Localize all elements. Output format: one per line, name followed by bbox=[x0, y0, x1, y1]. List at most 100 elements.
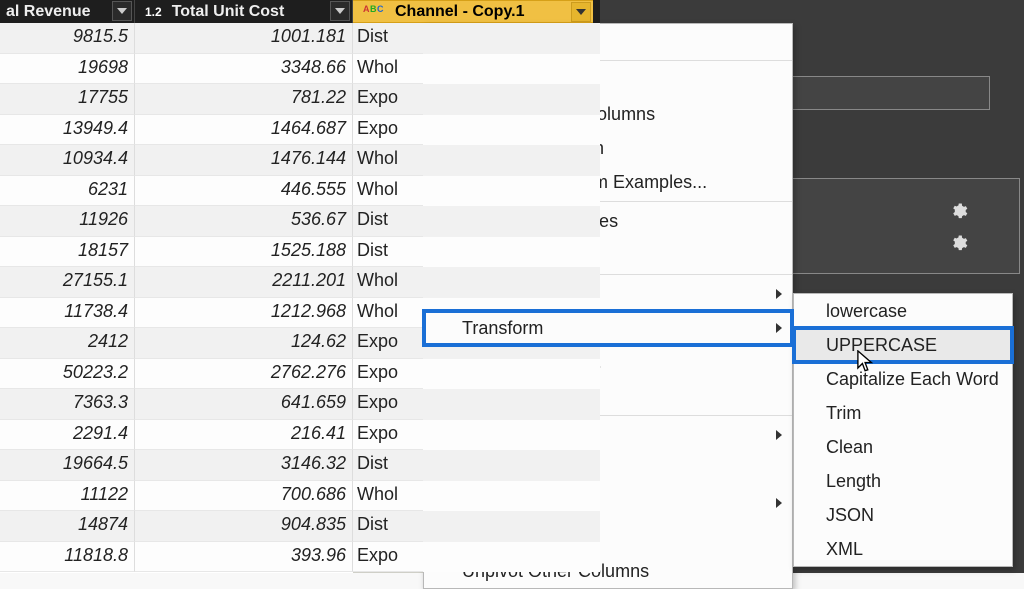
cell-revenue[interactable]: 18157 bbox=[0, 237, 135, 268]
column-label: al Revenue bbox=[6, 3, 90, 21]
table-row[interactable]: 7363.3641.659Expo bbox=[0, 389, 600, 420]
menu-label: Capitalize Each Word bbox=[826, 369, 999, 390]
cell-cost[interactable]: 3146.32 bbox=[135, 450, 353, 481]
table-row[interactable]: 14874904.835Dist bbox=[0, 511, 600, 542]
submenu-item-length[interactable]: Length bbox=[794, 464, 1012, 498]
table-row[interactable]: 11818.8393.96Expo bbox=[0, 542, 600, 573]
table-row[interactable]: 9815.51001.181Dist bbox=[0, 23, 600, 54]
cell-revenue[interactable]: 11122 bbox=[0, 481, 135, 512]
cell-channel[interactable]: Dist bbox=[353, 23, 423, 54]
cell-channel[interactable]: Dist bbox=[353, 511, 423, 542]
submenu-item-lowercase[interactable]: lowercase bbox=[794, 294, 1012, 328]
menu-label: XML bbox=[826, 539, 863, 560]
cell-cost[interactable]: 3348.66 bbox=[135, 54, 353, 85]
svg-text:C: C bbox=[377, 4, 384, 14]
gear-icon[interactable] bbox=[950, 202, 968, 220]
cell-revenue[interactable]: 2291.4 bbox=[0, 420, 135, 451]
menu-label: lowercase bbox=[826, 301, 907, 322]
submenu-item-capitalize[interactable]: Capitalize Each Word bbox=[794, 362, 1012, 396]
cell-cost[interactable]: 2211.201 bbox=[135, 267, 353, 298]
cell-channel[interactable]: Dist bbox=[353, 206, 423, 237]
gear-icon[interactable] bbox=[950, 234, 968, 252]
dropdown-icon[interactable] bbox=[330, 1, 350, 21]
cell-cost[interactable]: 1525.188 bbox=[135, 237, 353, 268]
cell-cost[interactable]: 1476.144 bbox=[135, 145, 353, 176]
cell-revenue[interactable]: 11738.4 bbox=[0, 298, 135, 329]
cell-revenue[interactable]: 9815.5 bbox=[0, 23, 135, 54]
cell-channel[interactable]: Expo bbox=[353, 420, 423, 451]
table-row[interactable]: 6231446.555Whol bbox=[0, 176, 600, 207]
svg-text:A: A bbox=[363, 4, 370, 14]
submenu-item-json[interactable]: JSON bbox=[794, 498, 1012, 532]
cell-channel[interactable]: Whol bbox=[353, 481, 423, 512]
cell-cost[interactable]: 781.22 bbox=[135, 84, 353, 115]
transform-submenu: lowercase UPPERCASE Capitalize Each Word… bbox=[793, 293, 1013, 567]
cell-cost[interactable]: 700.686 bbox=[135, 481, 353, 512]
dropdown-icon[interactable] bbox=[112, 1, 132, 21]
cell-channel[interactable]: Expo bbox=[353, 542, 423, 573]
table-row[interactable]: 11926536.67Dist bbox=[0, 206, 600, 237]
column-header-revenue[interactable]: al Revenue bbox=[0, 0, 135, 23]
cell-revenue[interactable]: 10934.4 bbox=[0, 145, 135, 176]
cell-channel[interactable]: Whol bbox=[353, 267, 423, 298]
cell-cost[interactable]: 1464.687 bbox=[135, 115, 353, 146]
cell-channel[interactable]: Dist bbox=[353, 237, 423, 268]
table-row[interactable]: 11122700.686Whol bbox=[0, 481, 600, 512]
table-row[interactable]: 10934.41476.144Whol bbox=[0, 145, 600, 176]
table-row[interactable]: 50223.22762.276Expo bbox=[0, 359, 600, 390]
grid-header-row: al Revenue 1.2 Total Unit Cost ABC Chann… bbox=[0, 0, 600, 23]
submenu-item-uppercase[interactable]: UPPERCASE bbox=[794, 328, 1012, 362]
cell-cost[interactable]: 1001.181 bbox=[135, 23, 353, 54]
cell-revenue[interactable]: 27155.1 bbox=[0, 267, 135, 298]
cell-cost[interactable]: 124.62 bbox=[135, 328, 353, 359]
cell-cost[interactable]: 904.835 bbox=[135, 511, 353, 542]
cell-revenue[interactable]: 50223.2 bbox=[0, 359, 135, 390]
cell-channel[interactable]: Expo bbox=[353, 84, 423, 115]
dropdown-icon[interactable] bbox=[571, 2, 591, 22]
cell-channel[interactable]: Whol bbox=[353, 176, 423, 207]
table-row[interactable]: 2291.4216.41Expo bbox=[0, 420, 600, 451]
cell-channel[interactable]: Expo bbox=[353, 359, 423, 390]
cell-cost[interactable]: 536.67 bbox=[135, 206, 353, 237]
menu-label: Length bbox=[826, 471, 881, 492]
cell-revenue[interactable]: 14874 bbox=[0, 511, 135, 542]
submenu-item-clean[interactable]: Clean bbox=[794, 430, 1012, 464]
table-row[interactable]: 27155.12211.201Whol bbox=[0, 267, 600, 298]
submenu-item-trim[interactable]: Trim bbox=[794, 396, 1012, 430]
column-header-cost[interactable]: 1.2 Total Unit Cost bbox=[135, 0, 353, 23]
data-grid: al Revenue 1.2 Total Unit Cost ABC Chann… bbox=[0, 0, 600, 573]
cell-channel[interactable]: Expo bbox=[353, 115, 423, 146]
cell-revenue[interactable]: 19698 bbox=[0, 54, 135, 85]
cell-cost[interactable]: 216.41 bbox=[135, 420, 353, 451]
cell-revenue[interactable]: 11926 bbox=[0, 206, 135, 237]
cell-revenue[interactable]: 6231 bbox=[0, 176, 135, 207]
cell-revenue[interactable]: 7363.3 bbox=[0, 389, 135, 420]
table-row[interactable]: 196983348.66Whol bbox=[0, 54, 600, 85]
table-row[interactable]: 181571525.188Dist bbox=[0, 237, 600, 268]
datatype-text-icon: ABC bbox=[359, 3, 389, 21]
cell-cost[interactable]: 641.659 bbox=[135, 389, 353, 420]
cell-channel[interactable]: Whol bbox=[353, 54, 423, 85]
cell-channel[interactable]: Expo bbox=[353, 328, 423, 359]
cell-channel[interactable]: Expo bbox=[353, 389, 423, 420]
cell-channel[interactable]: Whol bbox=[353, 145, 423, 176]
svg-text:B: B bbox=[370, 4, 377, 14]
cell-cost[interactable]: 446.555 bbox=[135, 176, 353, 207]
cell-channel[interactable]: Whol bbox=[353, 298, 423, 329]
cell-cost[interactable]: 1212.968 bbox=[135, 298, 353, 329]
cell-revenue[interactable]: 19664.5 bbox=[0, 450, 135, 481]
menu-item-transform[interactable]: Transform bbox=[424, 311, 792, 345]
column-label: Channel - Copy.1 bbox=[395, 3, 525, 21]
cell-revenue[interactable]: 17755 bbox=[0, 84, 135, 115]
cell-revenue[interactable]: 11818.8 bbox=[0, 542, 135, 573]
table-row[interactable]: 17755781.22Expo bbox=[0, 84, 600, 115]
cell-channel[interactable]: Dist bbox=[353, 450, 423, 481]
submenu-item-xml[interactable]: XML bbox=[794, 532, 1012, 566]
table-row[interactable]: 13949.41464.687Expo bbox=[0, 115, 600, 146]
column-header-channel[interactable]: ABC Channel - Copy.1 bbox=[353, 0, 593, 23]
cell-revenue[interactable]: 13949.4 bbox=[0, 115, 135, 146]
table-row[interactable]: 19664.53146.32Dist bbox=[0, 450, 600, 481]
cell-cost[interactable]: 2762.276 bbox=[135, 359, 353, 390]
cell-revenue[interactable]: 2412 bbox=[0, 328, 135, 359]
cell-cost[interactable]: 393.96 bbox=[135, 542, 353, 573]
